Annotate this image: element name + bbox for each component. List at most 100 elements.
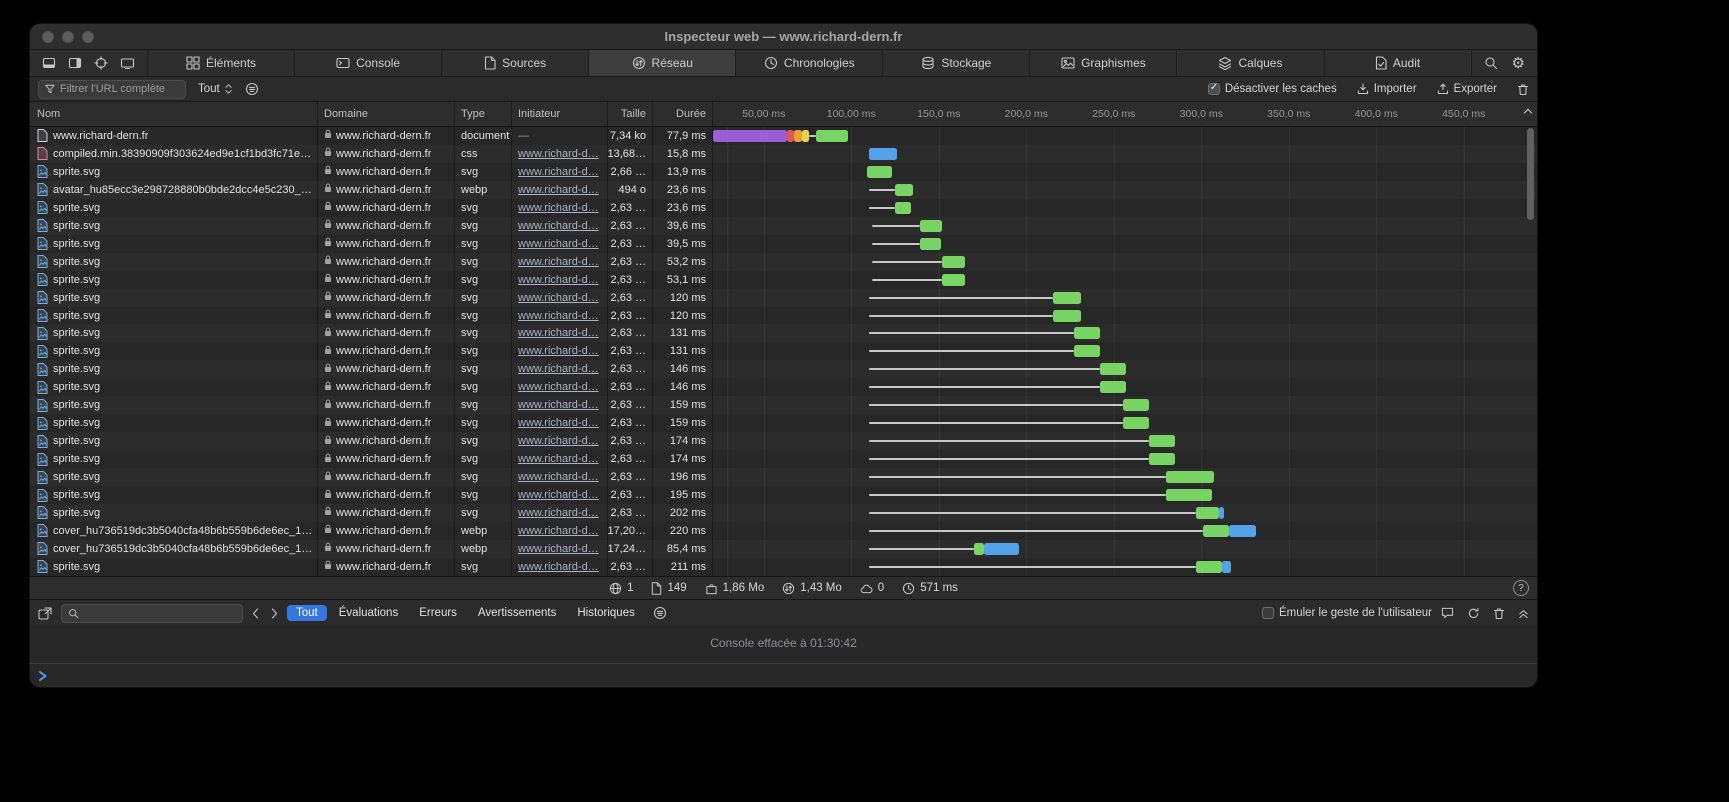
resource-initiator[interactable]: www.richard-d… (518, 345, 599, 357)
show-console-tab-icon[interactable] (38, 607, 52, 620)
resource-initiator[interactable]: www.richard-d… (518, 417, 599, 429)
resource-initiator[interactable]: www.richard-d… (518, 238, 599, 250)
console-search-input[interactable] (61, 604, 243, 623)
resource-initiator[interactable]: www.richard-d… (518, 453, 599, 465)
column-header-domain[interactable]: Domaine (318, 102, 455, 126)
resource-initiator[interactable]: www.richard-d… (518, 399, 599, 411)
resource-initiator[interactable]: www.richard-d… (518, 166, 599, 178)
table-row[interactable]: cover_hu736519dc3b5040cfa48b6b559b6de6ec… (30, 540, 1537, 558)
table-row[interactable]: compiled.min.38390909f303624ed9e1cf1bd3f… (30, 145, 1537, 163)
resource-initiator[interactable]: www.richard-d… (518, 363, 599, 375)
tab-layers[interactable]: Calques (1177, 50, 1324, 76)
tab-network[interactable]: Réseau (589, 50, 736, 76)
console-messages-icon[interactable] (1441, 607, 1454, 619)
tab-elements[interactable]: Éléments (148, 50, 295, 76)
scroll-up-icon[interactable] (1523, 107, 1533, 115)
inspect-element-icon[interactable] (94, 56, 108, 70)
table-row[interactable]: sprite.svg www.richard-dern.fr svg www.r… (30, 396, 1537, 414)
console-tab-evaluations[interactable]: Évaluations (330, 605, 407, 621)
table-row[interactable]: sprite.svg www.richard-dern.fr svg www.r… (30, 235, 1537, 253)
import-button[interactable]: Importer (1357, 83, 1417, 95)
previous-result-icon[interactable] (252, 608, 259, 619)
console-prompt[interactable] (30, 663, 1537, 687)
column-header-duration[interactable]: Durée (653, 102, 713, 126)
table-row[interactable]: cover_hu736519dc3b5040cfa48b6b559b6de6ec… (30, 522, 1537, 540)
table-row[interactable]: sprite.svg www.richard-dern.fr svg www.r… (30, 271, 1537, 289)
table-row[interactable]: sprite.svg www.richard-dern.fr svg www.r… (30, 342, 1537, 360)
emulate-user-gesture-toggle[interactable]: Émuler le geste de l'utilisateur (1262, 607, 1432, 619)
disable-caches-toggle[interactable]: Désactiver les caches (1208, 83, 1337, 95)
console-tab-logs[interactable]: Historiques (568, 605, 644, 621)
column-header-initiator[interactable]: Initiateur (512, 102, 608, 126)
tab-graphics[interactable]: Graphismes (1030, 50, 1177, 76)
export-button[interactable]: Exporter (1437, 83, 1497, 95)
table-row[interactable]: sprite.svg www.richard-dern.fr svg www.r… (30, 289, 1537, 307)
url-filter-input[interactable]: Filtrer l'URL complète (38, 80, 186, 99)
resource-initiator[interactable]: www.richard-d… (518, 256, 599, 268)
vertical-scrollbar-thumb[interactable] (1527, 128, 1534, 220)
table-row[interactable]: sprite.svg www.richard-dern.fr svg www.r… (30, 450, 1537, 468)
resource-initiator[interactable]: www.richard-d… (518, 292, 599, 304)
resource-type-dropdown[interactable]: Tout (198, 83, 233, 95)
minimize-window-button[interactable] (62, 31, 74, 43)
help-icon[interactable]: ? (1513, 580, 1529, 596)
resource-initiator[interactable]: www.richard-d… (518, 543, 599, 555)
resource-initiator[interactable]: www.richard-d… (518, 435, 599, 447)
table-row[interactable]: sprite.svg www.richard-dern.fr svg www.r… (30, 432, 1537, 450)
table-row[interactable]: www.richard-dern.fr www.richard-dern.fr … (30, 127, 1537, 145)
resource-initiator[interactable]: www.richard-d… (518, 381, 599, 393)
resource-initiator[interactable]: www.richard-d… (518, 489, 599, 501)
resource-initiator[interactable]: www.richard-d… (518, 274, 599, 286)
resource-initiator[interactable]: www.richard-d… (518, 148, 599, 160)
dock-right-icon[interactable] (68, 56, 82, 70)
resource-initiator[interactable]: www.richard-d… (518, 202, 599, 214)
clear-console-icon[interactable] (1493, 607, 1505, 620)
disable-caches-checkbox[interactable] (1208, 83, 1220, 95)
filter-options-icon[interactable] (245, 82, 259, 96)
device-preview-icon[interactable] (120, 56, 135, 70)
table-row[interactable]: sprite.svg www.richard-dern.fr svg www.r… (30, 486, 1537, 504)
column-header-name[interactable]: Nom (30, 102, 318, 126)
table-row[interactable]: sprite.svg www.richard-dern.fr svg www.r… (30, 504, 1537, 522)
resource-initiator[interactable]: www.richard-d… (518, 471, 599, 483)
tab-console[interactable]: Console (295, 50, 442, 76)
tab-sources[interactable]: Sources (442, 50, 589, 76)
column-header-type[interactable]: Type (455, 102, 512, 126)
console-tab-warnings[interactable]: Avertissements (469, 605, 565, 621)
expand-console-icon[interactable] (1518, 607, 1529, 619)
resource-initiator[interactable]: www.richard-d… (518, 525, 599, 537)
resource-initiator[interactable]: www.richard-d… (518, 184, 599, 196)
search-icon[interactable] (1484, 56, 1498, 70)
table-row[interactable]: sprite.svg www.richard-dern.fr svg www.r… (30, 414, 1537, 432)
table-row[interactable]: sprite.svg www.richard-dern.fr svg www.r… (30, 468, 1537, 486)
table-row[interactable]: sprite.svg www.richard-dern.fr svg www.r… (30, 378, 1537, 396)
table-row[interactable]: sprite.svg www.richard-dern.fr svg www.r… (30, 253, 1537, 271)
table-row[interactable]: sprite.svg www.richard-dern.fr svg www.r… (30, 199, 1537, 217)
column-header-size[interactable]: Taille (608, 102, 653, 126)
table-row[interactable]: sprite.svg www.richard-dern.fr svg www.r… (30, 163, 1537, 181)
tab-timelines[interactable]: Chronologies (736, 50, 883, 76)
clear-network-items-button[interactable] (1517, 83, 1529, 96)
console-tab-errors[interactable]: Erreurs (410, 605, 466, 621)
table-row[interactable]: sprite.svg www.richard-dern.fr svg www.r… (30, 360, 1537, 378)
next-result-icon[interactable] (271, 608, 278, 619)
resource-initiator[interactable]: www.richard-d… (518, 310, 599, 322)
resource-initiator[interactable]: www.richard-d… (518, 561, 599, 573)
table-row[interactable]: avatar_hu85ecc3e298728880b0bde2dcc4e5c23… (30, 181, 1537, 199)
table-row[interactable]: sprite.svg www.richard-dern.fr svg www.r… (30, 217, 1537, 235)
emulate-user-gesture-checkbox[interactable] (1262, 607, 1274, 619)
tab-audit[interactable]: Audit (1325, 50, 1472, 76)
close-window-button[interactable] (42, 31, 54, 43)
resource-initiator[interactable]: www.richard-d… (518, 507, 599, 519)
console-tab-all[interactable]: Tout (287, 605, 327, 621)
console-filter-options-icon[interactable] (653, 606, 667, 620)
zoom-window-button[interactable] (82, 31, 94, 43)
tab-storage[interactable]: Stockage (883, 50, 1030, 76)
resource-initiator[interactable]: www.richard-d… (518, 220, 599, 232)
table-row[interactable]: sprite.svg www.richard-dern.fr svg www.r… (30, 558, 1537, 576)
table-row[interactable]: sprite.svg www.richard-dern.fr svg www.r… (30, 307, 1537, 325)
dock-bottom-icon[interactable] (42, 56, 56, 70)
table-row[interactable]: sprite.svg www.richard-dern.fr svg www.r… (30, 324, 1537, 342)
settings-gear-icon[interactable]: ⚙ (1512, 56, 1525, 71)
reload-icon[interactable] (1467, 607, 1480, 620)
